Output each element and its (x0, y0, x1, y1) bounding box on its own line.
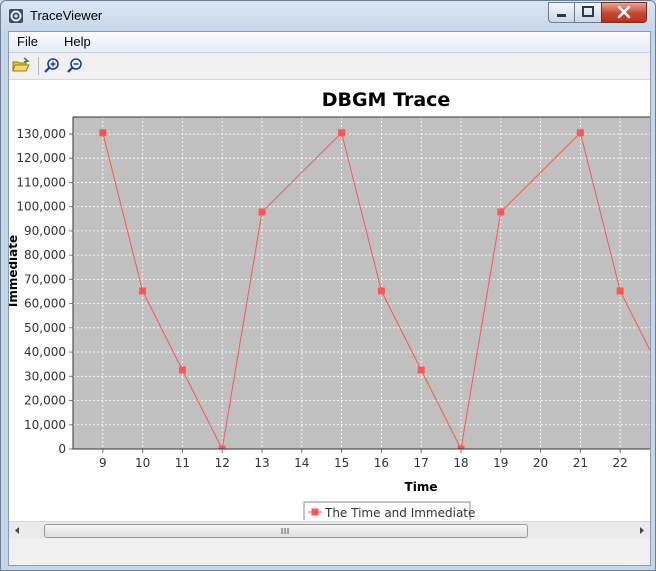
y-tick-label: 40,000 (24, 345, 66, 359)
menu-bar: File Help (9, 32, 650, 53)
scroll-left-icon[interactable] (9, 522, 26, 539)
data-point (99, 129, 107, 137)
toolbar-separator (38, 57, 39, 75)
client-area: File Help DBGM Trace 0 10,000 20,000 30,… (8, 31, 651, 566)
x-tick-label: 13 (254, 456, 269, 470)
y-tick-label: 130,000 (16, 127, 66, 141)
horizontal-scrollbar[interactable] (9, 521, 650, 539)
menu-help[interactable]: Help (64, 34, 91, 49)
x-tick-label: 15 (334, 456, 349, 470)
x-tick-label: 10 (135, 456, 150, 470)
y-tick-label: 120,000 (16, 151, 66, 165)
x-tick-label: 14 (294, 456, 309, 470)
data-point (497, 208, 505, 216)
data-point (139, 287, 147, 295)
y-tick-label: 20,000 (24, 394, 66, 408)
trace-chart: DBGM Trace 0 10,000 20,000 30,000 40,000 50,0… (9, 89, 650, 520)
x-tick-label: 12 (215, 456, 230, 470)
legend-label: The Time and Immediate (324, 506, 475, 520)
data-point (377, 287, 385, 295)
x-tick-label: 20 (533, 456, 548, 470)
maximize-button[interactable] (574, 2, 602, 23)
scroll-thumb[interactable] (44, 524, 528, 538)
zoom-in-icon[interactable] (42, 56, 62, 76)
minimize-button[interactable] (548, 2, 575, 23)
x-tick-label: 11 (175, 456, 190, 470)
x-tick-label: 22 (613, 456, 628, 470)
menu-file[interactable]: File (17, 34, 38, 49)
gear-app-icon (8, 8, 24, 24)
y-axis-label: Immediate (9, 235, 20, 307)
y-tick-label: 50,000 (24, 321, 66, 335)
data-point (338, 129, 346, 137)
app-window: TraceViewer File Help DBGM Trace 0 10,00… (0, 0, 656, 571)
chart-title: DBGM Trace (322, 89, 451, 111)
legend-marker-swatch (311, 508, 319, 516)
x-tick-labels: 9 10 11 12 13 14 15 16 17 18 19 20 21 22 (99, 456, 628, 470)
scroll-right-icon[interactable] (633, 522, 650, 539)
y-tick-label: 70,000 (24, 272, 66, 286)
x-tick-label: 17 (414, 456, 429, 470)
y-tick-label: 80,000 (24, 248, 66, 262)
y-tick-labels: 0 10,000 20,000 30,000 40,000 50,000 60,000 70,… (16, 127, 66, 456)
x-tick-label: 16 (374, 456, 389, 470)
open-folder-icon[interactable] (11, 56, 31, 76)
window-title: TraceViewer (30, 8, 103, 23)
x-axis-label: Time (405, 480, 438, 494)
plot-background (73, 117, 650, 449)
close-button[interactable] (601, 2, 647, 23)
zoom-out-icon[interactable] (65, 56, 85, 76)
data-point (576, 129, 584, 137)
x-tick-label: 18 (453, 456, 468, 470)
legend[interactable]: The Time and Immediate (303, 501, 475, 520)
data-point (417, 366, 425, 374)
toolbar (9, 53, 650, 80)
y-tick-label: 110,000 (16, 175, 66, 189)
title-bar[interactable]: TraceViewer (1, 1, 655, 31)
data-point (616, 287, 624, 295)
data-point (258, 208, 266, 216)
data-point (178, 366, 186, 374)
chart-panel[interactable]: DBGM Trace 0 10,000 20,000 30,000 40,000 50,0… (9, 80, 650, 520)
x-tick-label: 9 (99, 456, 107, 470)
y-tick-label: 0 (58, 442, 66, 456)
x-tick-label: 21 (573, 456, 588, 470)
y-tick-label: 10,000 (24, 418, 66, 432)
y-tick-label: 60,000 (24, 297, 66, 311)
x-tick-label: 19 (493, 456, 508, 470)
y-tick-label: 90,000 (24, 224, 66, 238)
grip-icon (281, 528, 289, 534)
status-bar (9, 539, 650, 565)
y-tick-label: 30,000 (24, 369, 66, 383)
y-tick-label: 100,000 (16, 200, 66, 214)
